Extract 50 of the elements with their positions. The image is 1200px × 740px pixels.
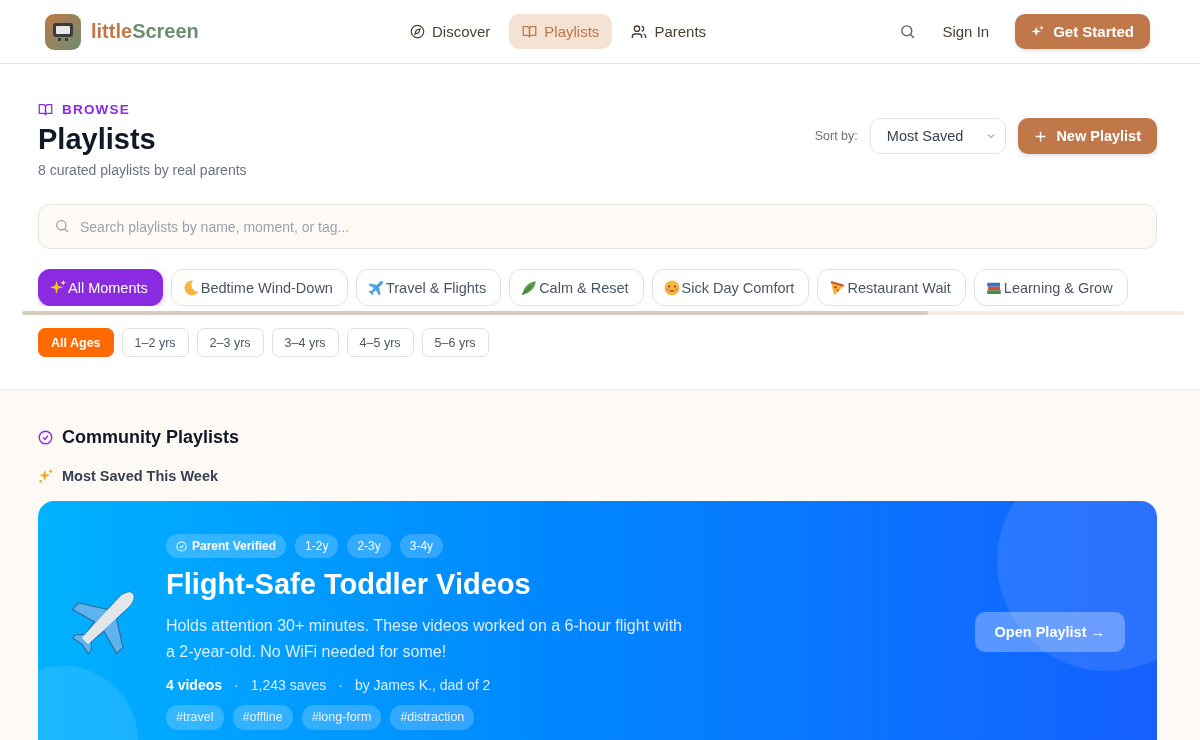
age-filter-chip[interactable]: 3–4 yrs bbox=[271, 328, 339, 357]
face-icon bbox=[662, 278, 681, 297]
age-badge: 1-2y bbox=[295, 534, 339, 558]
separator-dot: · bbox=[234, 677, 239, 693]
age-filter-chip[interactable]: 2–3 yrs bbox=[196, 328, 264, 357]
tv-logo-icon[interactable] bbox=[45, 13, 81, 50]
pizza-icon bbox=[828, 278, 847, 297]
check-circle-icon bbox=[176, 540, 187, 552]
book-icon bbox=[38, 102, 53, 117]
sort-dropdown[interactable]: Most Saved bbox=[869, 118, 1007, 154]
moment-chip[interactable]: Sick Day Comfort bbox=[651, 269, 810, 306]
eyebrow-label: BROWSE bbox=[62, 102, 130, 117]
moment-chip[interactable]: Learning & Grow bbox=[973, 269, 1128, 306]
author-credit: by James K., dad of 2 bbox=[354, 677, 491, 693]
compass-icon bbox=[410, 24, 425, 39]
nav-tab[interactable]: Parents bbox=[618, 14, 720, 49]
age-badge: 2-3y bbox=[347, 534, 391, 558]
sparkles-icon bbox=[49, 278, 67, 297]
sign-in-link[interactable]: Sign In bbox=[938, 17, 994, 46]
separator-dot: · bbox=[338, 677, 343, 693]
users-icon bbox=[631, 23, 648, 40]
page-title: Playlists bbox=[38, 123, 157, 156]
playlist-description: Holds attention 30+ minutes. These videos worked on a 6-hour flight with a 2-year-old. No WiFi needed for some! bbox=[166, 616, 683, 662]
sort-label: Sort by: bbox=[814, 129, 858, 143]
leaf-icon bbox=[520, 278, 539, 297]
section-subtitle: Most Saved This Week bbox=[62, 468, 219, 484]
book-icon bbox=[522, 24, 538, 39]
page-subtitle: 8 curated playlists by real parents bbox=[38, 162, 247, 178]
age-badge: 3-4y bbox=[399, 534, 444, 558]
video-count: 4 videos bbox=[166, 677, 223, 693]
moment-chip[interactable]: Travel & Flights bbox=[355, 269, 502, 306]
save-count: 1,243 saves bbox=[250, 677, 327, 693]
search-icon[interactable] bbox=[899, 23, 917, 40]
moment-chip[interactable]: Restaurant Wait bbox=[817, 269, 966, 306]
airplane-icon bbox=[366, 278, 385, 297]
brand-name[interactable]: littleScreen bbox=[91, 20, 199, 43]
moment-chip[interactable]: Calm & Reset bbox=[509, 269, 644, 306]
nav-tab[interactable]: Discover bbox=[397, 14, 504, 49]
check-circle-icon bbox=[38, 430, 53, 445]
section-title: Community Playlists bbox=[62, 427, 240, 448]
moment-chip[interactable]: All Moments bbox=[38, 269, 163, 306]
verified-badge: Parent Verified bbox=[166, 534, 287, 558]
age-filter-chip[interactable]: 4–5 yrs bbox=[346, 328, 414, 357]
plus-icon bbox=[1034, 129, 1048, 143]
age-filter-chip[interactable]: 1–2 yrs bbox=[121, 328, 189, 357]
playlist-title: Flight-Safe Toddler Videos bbox=[166, 568, 532, 601]
search-field[interactable]: Search playlists by name, moment, or tag... bbox=[38, 204, 1157, 249]
sparkles-icon bbox=[38, 468, 54, 484]
age-filter-chip[interactable]: 5–6 yrs bbox=[421, 328, 489, 357]
moment-chip[interactable]: Bedtime Wind-Down bbox=[170, 269, 348, 306]
